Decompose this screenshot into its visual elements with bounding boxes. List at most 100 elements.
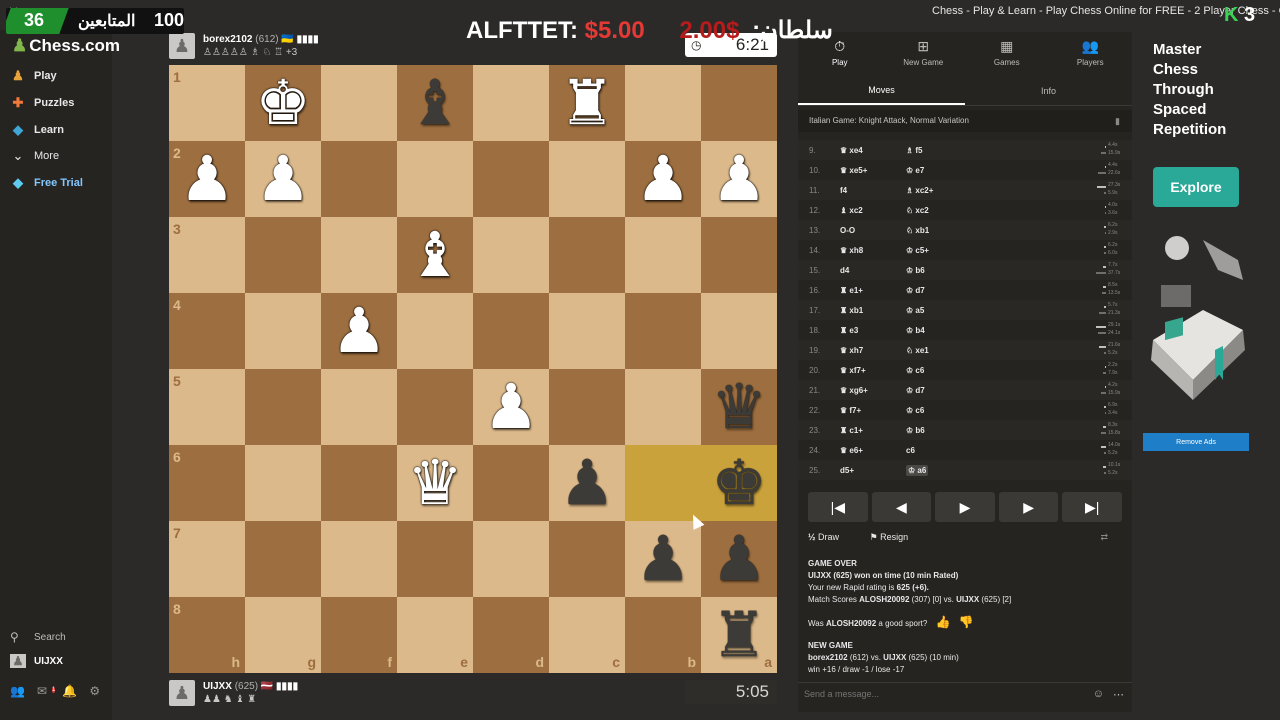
board-square[interactable] <box>321 65 397 141</box>
black-pawn-piece[interactable]: ♟ <box>711 528 767 590</box>
bell-icon[interactable]: 🔔 <box>62 684 77 699</box>
board-square[interactable] <box>701 293 777 369</box>
black-move[interactable]: ♔ c5+ <box>906 246 929 255</box>
board-square[interactable] <box>473 65 549 141</box>
mail-icon[interactable]: ✉ 1 <box>37 684 56 699</box>
bottom-player-avatar[interactable]: ♟ <box>169 680 195 706</box>
board-square[interactable] <box>321 141 397 217</box>
last-move-button[interactable]: ▶| <box>1062 492 1122 522</box>
bottom-player-name[interactable]: UIJXX (625) 🇱🇻 ▮▮▮▮ <box>203 681 298 692</box>
top-player-name[interactable]: borex2102 (612) 🇺🇦 ▮▮▮▮ <box>203 34 319 45</box>
black-move[interactable]: ♔ d7 <box>906 286 925 295</box>
tab-players[interactable]: 👥 Players <box>1049 32 1133 72</box>
black-move[interactable]: ♔ a6 <box>906 465 929 476</box>
subtab-info[interactable]: Info <box>965 76 1132 105</box>
board-square[interactable] <box>625 445 701 521</box>
black-move[interactable]: ♘ xe1 <box>906 346 929 355</box>
board-square[interactable]: ♛ <box>701 369 777 445</box>
chessboard[interactable]: 1 ♚ ♝ ♜ 2 ♟ ♟ ♟ ♟ 3 ♝ 4 ♟ 5 ♟ ♛ 6 ♛ ♟ ♚ 7 ♟ ♟ 8 h g f e d c b a ♜ <box>169 65 777 673</box>
white-bishop-piece[interactable]: ♝ <box>407 224 463 286</box>
white-pawn-piece[interactable]: ♟ <box>255 148 311 210</box>
white-move[interactable]: ♛ xe5+ <box>840 166 867 175</box>
white-pawn-piece[interactable]: ♟ <box>483 376 539 438</box>
remove-ads-button[interactable]: Remove Ads <box>1143 433 1249 451</box>
board-square[interactable] <box>625 293 701 369</box>
board-square[interactable]: 4 <box>169 293 245 369</box>
board-square[interactable] <box>397 141 473 217</box>
more-options-icon[interactable]: ⋯ <box>1113 688 1124 701</box>
board-square[interactable]: ♚ <box>245 65 321 141</box>
board-square[interactable]: ♜ <box>549 65 625 141</box>
explore-button[interactable]: Explore <box>1153 167 1239 207</box>
board-square[interactable] <box>625 369 701 445</box>
board-square[interactable]: b <box>625 597 701 673</box>
white-move[interactable]: ♛ e6+ <box>840 446 863 455</box>
board-square[interactable] <box>549 369 625 445</box>
board-square[interactable] <box>625 65 701 141</box>
white-move[interactable]: ♜ e1+ <box>840 286 863 295</box>
board-square[interactable] <box>701 65 777 141</box>
white-move[interactable]: ♜ e3 <box>840 326 858 335</box>
board-square[interactable]: ♟ <box>245 141 321 217</box>
thumbs-down-icon[interactable]: 👎 <box>959 615 974 629</box>
board-square[interactable] <box>473 521 549 597</box>
black-move[interactable]: ♔ b4 <box>906 326 925 335</box>
chat-input[interactable] <box>804 689 1074 699</box>
board-square[interactable]: 6 <box>169 445 245 521</box>
white-move[interactable]: f4 <box>840 186 847 195</box>
board-square[interactable] <box>473 293 549 369</box>
white-move[interactable]: d5+ <box>840 466 854 475</box>
white-move[interactable]: ♝ xc2 <box>840 206 863 215</box>
black-move[interactable]: ♔ c6 <box>906 366 924 375</box>
flip-board-icon[interactable]: ⇄ <box>1100 532 1108 543</box>
book-icon[interactable]: ▮ <box>1115 110 1120 132</box>
board-square[interactable]: c <box>549 597 625 673</box>
board-square[interactable]: 1 <box>169 65 245 141</box>
first-move-button[interactable]: |◀ <box>808 492 868 522</box>
board-square[interactable] <box>549 521 625 597</box>
sidebar-item-play[interactable]: ♟ Play <box>10 66 56 86</box>
black-move[interactable]: ♔ e7 <box>906 166 924 175</box>
board-square[interactable]: ♝ <box>397 65 473 141</box>
black-move[interactable]: ♔ b6 <box>906 266 925 275</box>
white-move[interactable]: ♛ xh7 <box>840 346 863 355</box>
white-queen-piece[interactable]: ♛ <box>407 452 463 514</box>
emoji-icon[interactable]: ☺ <box>1093 688 1104 700</box>
subtab-moves[interactable]: Moves <box>798 76 965 105</box>
prev-move-button[interactable]: ◀ <box>871 492 932 522</box>
white-move[interactable]: d4 <box>840 266 849 275</box>
board-square[interactable]: ♟ <box>625 141 701 217</box>
board-square[interactable]: ♟ <box>473 369 549 445</box>
white-king-piece[interactable]: ♚ <box>255 72 311 134</box>
play-moves-button[interactable]: ▶ <box>935 492 995 522</box>
board-square[interactable] <box>625 217 701 293</box>
black-pawn-piece[interactable]: ♟ <box>635 528 691 590</box>
black-move[interactable]: ♔ c6 <box>906 406 924 415</box>
white-pawn-piece[interactable]: ♟ <box>331 300 387 362</box>
thumbs-up-icon[interactable]: 👍 <box>936 615 951 629</box>
board-square[interactable] <box>397 369 473 445</box>
sidebar-item-more[interactable]: ⌄ More <box>10 146 60 166</box>
black-move[interactable]: ♘ xc2 <box>906 206 929 215</box>
black-rook-piece[interactable]: ♜ <box>711 604 767 666</box>
board-square[interactable] <box>245 521 321 597</box>
white-move[interactable]: O-O <box>840 226 855 235</box>
board-square[interactable]: ♚ <box>701 445 777 521</box>
black-move[interactable]: ♗ f5 <box>906 146 923 155</box>
black-king-piece[interactable]: ♚ <box>711 452 767 514</box>
white-move[interactable]: ♛ xf7+ <box>840 366 866 375</box>
board-square[interactable]: ♛ <box>397 445 473 521</box>
sidebar-search[interactable]: ⚲ Search <box>10 630 66 644</box>
black-move[interactable]: ♗ xc2+ <box>906 186 933 195</box>
board-square[interactable] <box>397 521 473 597</box>
board-square[interactable]: a ♜ <box>701 597 777 673</box>
white-pawn-piece[interactable]: ♟ <box>711 148 767 210</box>
sidebar-user[interactable]: ♟ UIJXX <box>10 654 63 668</box>
board-square[interactable] <box>245 293 321 369</box>
board-square[interactable]: d <box>473 597 549 673</box>
black-queen-piece[interactable]: ♛ <box>711 376 767 438</box>
top-player-avatar[interactable]: ♟ <box>169 33 195 59</box>
white-move[interactable]: ♛ xh8 <box>840 246 863 255</box>
board-square[interactable] <box>321 445 397 521</box>
board-square[interactable]: 7 <box>169 521 245 597</box>
